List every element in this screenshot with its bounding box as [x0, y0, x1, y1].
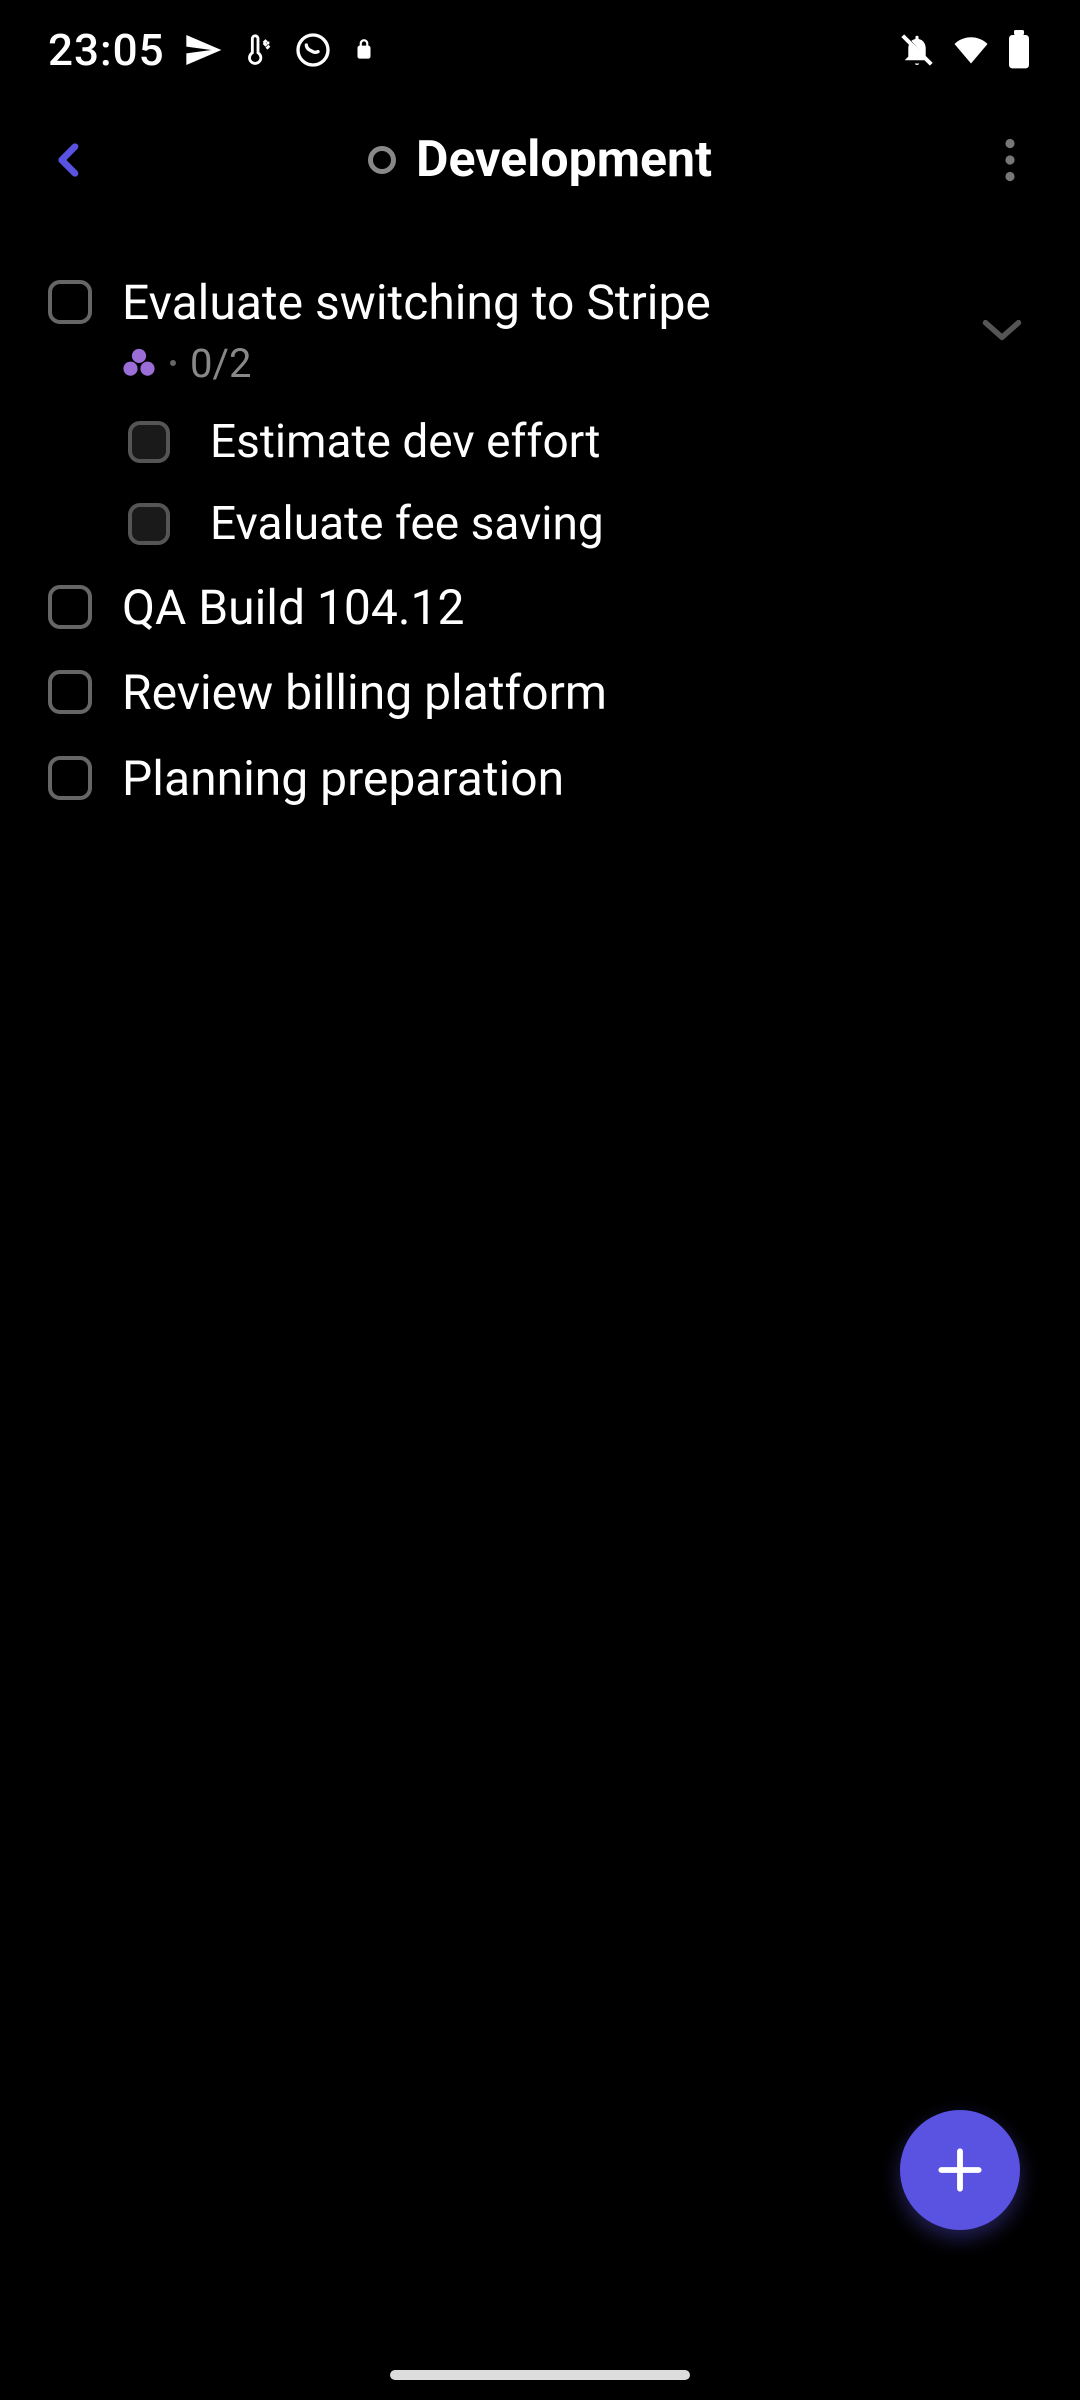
task-checkbox[interactable]: [48, 670, 92, 714]
tag-cluster-icon: [122, 348, 156, 378]
subtask-list: Estimate dev effort Evaluate fee saving: [48, 401, 1032, 565]
task-row[interactable]: Planning preparation: [48, 736, 1032, 822]
task-title: QA Build 104.12: [122, 579, 1032, 637]
subtask-row[interactable]: Evaluate fee saving: [128, 483, 1032, 565]
battery-icon: [1006, 30, 1032, 70]
page-title-wrap: Development: [368, 131, 712, 189]
subtask-checkbox[interactable]: [128, 503, 170, 545]
page-title: Development: [416, 131, 712, 189]
chevron-left-icon: [50, 132, 90, 188]
status-time: 23:05: [48, 24, 165, 76]
task-meta: 0/2: [122, 340, 942, 387]
plus-icon: [932, 2142, 988, 2198]
subtask-row[interactable]: Estimate dev effort: [128, 401, 1032, 483]
top-bar: Development: [0, 100, 1080, 220]
task-checkbox[interactable]: [48, 585, 92, 629]
add-task-fab[interactable]: [900, 2110, 1020, 2230]
subtask-title: Evaluate fee saving: [210, 497, 604, 551]
home-indicator[interactable]: [390, 2370, 690, 2380]
task-checkbox[interactable]: [48, 280, 92, 324]
task-title: Planning preparation: [122, 750, 1032, 808]
meta-separator: [170, 360, 176, 366]
task-content: Review billing platform: [122, 664, 1032, 722]
subtask-count: 0/2: [190, 340, 251, 387]
subtask-checkbox[interactable]: [128, 421, 170, 463]
subtask-title: Estimate dev effort: [210, 415, 600, 469]
status-left: 23:05: [48, 24, 377, 76]
task-title: Evaluate switching to Stripe: [122, 274, 942, 332]
task-list: Evaluate switching to Stripe 0/2 Estimat…: [0, 220, 1080, 821]
thermometer-icon: [241, 30, 275, 70]
telegram-icon: [183, 30, 223, 70]
more-options-button[interactable]: [980, 130, 1040, 190]
status-bar: 23:05: [0, 0, 1080, 100]
task-content: Evaluate switching to Stripe 0/2: [122, 274, 942, 387]
more-vertical-icon: [1004, 138, 1016, 182]
back-button[interactable]: [40, 130, 100, 190]
task-checkbox[interactable]: [48, 756, 92, 800]
chevron-down-icon: [980, 316, 1024, 344]
whatsapp-icon: [293, 30, 333, 70]
task-content: Planning preparation: [122, 750, 1032, 808]
lock-icon: [351, 30, 377, 70]
expand-button[interactable]: [972, 300, 1032, 360]
task-row[interactable]: Review billing platform: [48, 650, 1032, 736]
wifi-icon: [950, 32, 992, 68]
list-status-icon: [368, 146, 396, 174]
dnd-icon: [898, 31, 936, 69]
task-row[interactable]: QA Build 104.12: [48, 565, 1032, 651]
task-content: QA Build 104.12: [122, 579, 1032, 637]
status-right: [898, 30, 1032, 70]
task-row[interactable]: Evaluate switching to Stripe 0/2: [48, 260, 1032, 401]
task-title: Review billing platform: [122, 664, 1032, 722]
